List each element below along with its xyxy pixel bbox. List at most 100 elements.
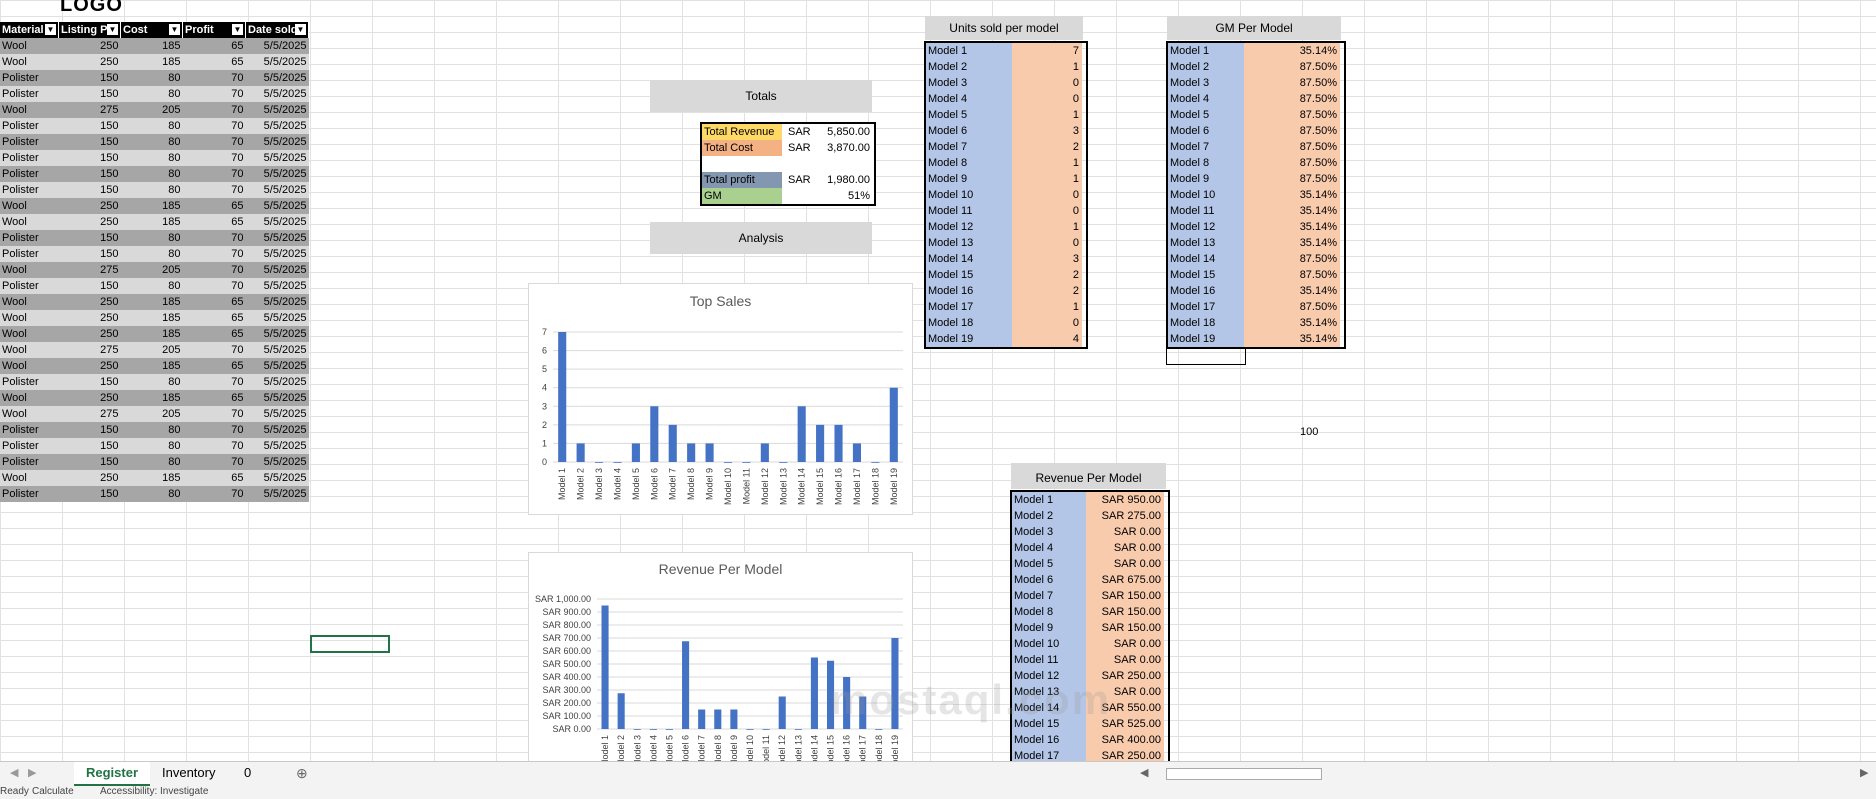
table-cell[interactable]: 150 [58,438,121,454]
model-name-cell[interactable]: Model 3 [1168,75,1244,91]
table-cell[interactable]: 150 [58,486,121,502]
model-value-cell[interactable]: 87.50% [1244,75,1340,91]
table-cell[interactable]: 150 [58,278,121,294]
table-cell[interactable]: 65 [182,470,246,486]
bar[interactable] [730,709,738,730]
table-cell[interactable]: 70 [182,150,246,166]
model-name-cell[interactable]: Model 14 [926,251,1012,267]
model-name-cell[interactable]: Model 16 [926,283,1012,299]
model-name-cell[interactable]: Model 8 [1012,604,1086,620]
table-cell[interactable]: 80 [120,182,183,198]
model-value-cell[interactable]: 35.14% [1244,331,1340,347]
accessibility-status[interactable]: Accessibility: Investigate [100,786,208,797]
model-name-cell[interactable]: Model 1 [1168,43,1244,59]
table-cell[interactable]: 205 [120,262,183,278]
table-cell[interactable]: Wool [0,294,59,310]
table-cell[interactable]: 150 [58,246,121,262]
model-name-cell[interactable]: Model 7 [926,139,1012,155]
model-value-cell[interactable]: 35.14% [1244,187,1340,203]
tab-register[interactable]: Register [74,762,151,786]
model-value-cell[interactable]: 1 [1012,107,1082,123]
model-name-cell[interactable]: Model 9 [1168,171,1244,187]
model-value-cell[interactable]: SAR 0.00 [1086,556,1164,572]
model-name-cell[interactable]: Model 9 [926,171,1012,187]
model-name-cell[interactable]: Model 4 [1012,540,1086,556]
table-cell[interactable]: 80 [120,166,183,182]
revenue-per-model-chart[interactable]: Revenue Per Model SAR 0.00 SAR 100.00 SAR … [528,552,913,761]
table-cell[interactable]: 150 [58,118,121,134]
table-cell[interactable]: Polister [0,422,59,438]
table-cell[interactable]: 5/5/2025 [245,454,309,470]
model-value-cell[interactable]: SAR 675.00 [1086,572,1164,588]
empty-outlined-cell[interactable] [1166,348,1246,365]
model-name-cell[interactable]: Model 16 [1012,732,1086,748]
model-value-cell[interactable]: 87.50% [1244,91,1340,107]
model-name-cell[interactable]: Model 12 [926,219,1012,235]
table-cell[interactable]: 80 [120,454,183,470]
model-value-cell[interactable]: 87.50% [1244,107,1340,123]
model-name-cell[interactable]: Model 10 [1168,187,1244,203]
model-name-cell[interactable]: Model 2 [926,59,1012,75]
table-cell[interactable]: 80 [120,246,183,262]
table-cell[interactable]: 65 [182,294,246,310]
model-value-cell[interactable]: 3 [1012,251,1082,267]
model-name-cell[interactable]: Model 10 [1012,636,1086,652]
bar[interactable] [650,406,659,462]
table-cell[interactable]: 5/5/2025 [245,326,309,342]
model-value-cell[interactable]: 2 [1012,267,1082,283]
table-cell[interactable]: 275 [58,102,121,118]
table-cell[interactable]: 5/5/2025 [245,70,309,86]
model-name-cell[interactable]: Model 5 [926,107,1012,123]
table-cell[interactable]: 5/5/2025 [245,358,309,374]
model-value-cell[interactable]: 87.50% [1244,59,1340,75]
table-cell[interactable]: Wool [0,390,59,406]
table-cell[interactable]: 70 [182,454,246,470]
model-name-cell[interactable]: Model 18 [1168,315,1244,331]
table-cell[interactable]: 5/5/2025 [245,86,309,102]
table-cell[interactable]: Polister [0,454,59,470]
model-value-cell[interactable]: 3 [1012,123,1082,139]
table-cell[interactable]: 70 [182,70,246,86]
table-cell[interactable]: 205 [120,342,183,358]
table-cell[interactable]: 275 [58,262,121,278]
units-sold-table[interactable]: Model 1 7 Model 2 1 Model 3 0 Model 4 0 Model 51… [924,41,1088,349]
model-name-cell[interactable]: Model 11 [1168,203,1244,219]
model-value-cell[interactable]: 1 [1012,171,1082,187]
table-cell[interactable]: Wool [0,358,59,374]
model-value-cell[interactable]: 87.50% [1244,139,1340,155]
table-cell[interactable]: 5/5/2025 [245,486,309,502]
table-cell[interactable]: 5/5/2025 [245,406,309,422]
table-cell[interactable]: 5/5/2025 [245,54,309,70]
bar[interactable] [760,443,769,462]
model-name-cell[interactable]: Model 11 [1012,652,1086,668]
model-name-cell[interactable]: Model 8 [926,155,1012,171]
table-cell[interactable]: 150 [58,454,121,470]
model-name-cell[interactable]: Model 5 [1012,556,1086,572]
table-cell[interactable]: 80 [120,422,183,438]
bar[interactable] [810,657,818,730]
worksheet-grid[interactable]: LOGO Material ▼ Listing P ▼ Cost ▼ Profit ▼ … [0,0,1876,761]
bar[interactable] [682,641,690,729]
model-value-cell[interactable]: SAR 150.00 [1086,620,1164,636]
bar[interactable] [714,709,722,730]
model-name-cell[interactable]: Model 16 [1168,283,1244,299]
model-value-cell[interactable]: SAR 0.00 [1086,652,1164,668]
model-name-cell[interactable]: Model 19 [1168,331,1244,347]
model-name-cell[interactable]: Model 13 [926,235,1012,251]
model-value-cell[interactable]: 87.50% [1244,299,1340,315]
table-cell[interactable]: 150 [58,86,121,102]
table-cell[interactable]: 80 [120,118,183,134]
table-cell[interactable]: 5/5/2025 [245,102,309,118]
table-cell[interactable]: Polister [0,278,59,294]
table-cell[interactable]: Polister [0,182,59,198]
table-cell[interactable]: 80 [120,230,183,246]
table-cell[interactable]: 70 [182,86,246,102]
table-cell[interactable]: 250 [58,214,121,230]
table-cell[interactable]: 80 [120,438,183,454]
bar[interactable] [746,729,754,730]
header-cost[interactable]: Cost ▼ [120,22,183,38]
model-value-cell[interactable]: 0 [1012,187,1082,203]
table-cell[interactable]: 70 [182,486,246,502]
model-name-cell[interactable]: Model 17 [1012,748,1086,761]
model-value-cell[interactable]: SAR 400.00 [1086,732,1164,748]
